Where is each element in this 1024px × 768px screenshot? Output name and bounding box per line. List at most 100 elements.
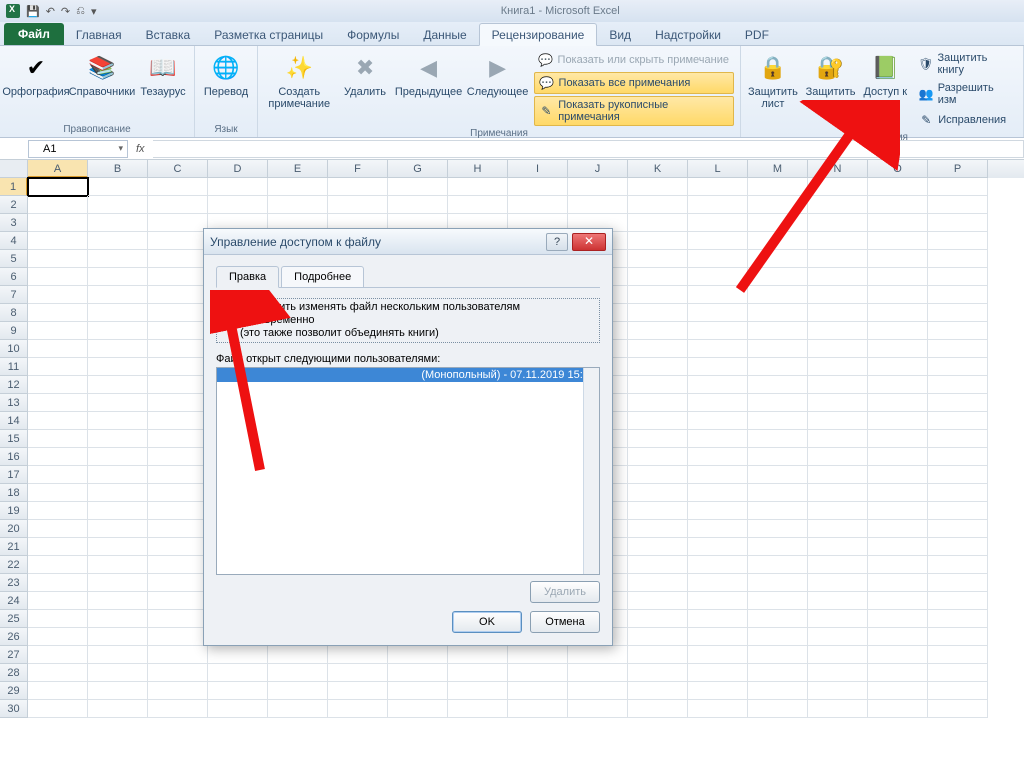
row-header[interactable]: 13 [0, 394, 28, 412]
column-header[interactable]: H [448, 160, 508, 178]
cell[interactable] [448, 646, 508, 664]
users-list[interactable]: (Монопольный) - 07.11.2019 15:40 [216, 367, 600, 575]
cell[interactable] [808, 682, 868, 700]
cell[interactable] [808, 466, 868, 484]
cell[interactable] [88, 592, 148, 610]
cell[interactable] [568, 700, 628, 718]
cell[interactable] [268, 196, 328, 214]
cell[interactable] [688, 574, 748, 592]
cell[interactable] [808, 664, 868, 682]
cell[interactable] [628, 376, 688, 394]
cell[interactable] [868, 304, 928, 322]
cell[interactable] [508, 682, 568, 700]
cell[interactable] [628, 430, 688, 448]
cell[interactable] [508, 646, 568, 664]
cell[interactable] [388, 700, 448, 718]
cell[interactable] [88, 286, 148, 304]
cell[interactable] [688, 304, 748, 322]
cell[interactable] [568, 196, 628, 214]
cell[interactable] [688, 286, 748, 304]
cell[interactable] [808, 610, 868, 628]
column-header[interactable]: A [28, 160, 88, 178]
cell[interactable] [688, 538, 748, 556]
cell[interactable] [568, 178, 628, 196]
cell[interactable] [628, 592, 688, 610]
cell[interactable] [28, 412, 88, 430]
cell[interactable] [688, 412, 748, 430]
tab-addins[interactable]: Надстройки [643, 24, 733, 45]
cell[interactable] [688, 358, 748, 376]
cell[interactable] [88, 178, 148, 196]
cell[interactable] [748, 322, 808, 340]
cell[interactable] [328, 664, 388, 682]
cell[interactable] [688, 340, 748, 358]
cell[interactable] [928, 592, 988, 610]
cell[interactable] [688, 214, 748, 232]
cell[interactable] [388, 664, 448, 682]
cell[interactable] [628, 646, 688, 664]
cell[interactable] [628, 286, 688, 304]
cell[interactable] [88, 502, 148, 520]
row-header[interactable]: 23 [0, 574, 28, 592]
cell[interactable] [928, 196, 988, 214]
formula-input[interactable] [153, 140, 1024, 158]
cell[interactable] [148, 610, 208, 628]
cell[interactable] [148, 448, 208, 466]
cell[interactable] [628, 700, 688, 718]
cell[interactable] [748, 466, 808, 484]
row-header[interactable]: 12 [0, 376, 28, 394]
cell[interactable] [508, 700, 568, 718]
cell[interactable] [868, 322, 928, 340]
cell[interactable] [688, 502, 748, 520]
tab-pdf[interactable]: PDF [733, 24, 781, 45]
cell[interactable] [88, 376, 148, 394]
cell[interactable] [28, 178, 88, 196]
cell[interactable] [688, 664, 748, 682]
track-changes-button[interactable]: ✎ Исправления [914, 110, 1017, 130]
thesaurus-button[interactable]: 📖 Тезаурус [138, 48, 188, 98]
cell[interactable] [568, 664, 628, 682]
cell[interactable] [148, 268, 208, 286]
cell[interactable] [88, 484, 148, 502]
cell[interactable] [748, 250, 808, 268]
cell[interactable] [88, 430, 148, 448]
show-ink-button[interactable]: ✎ Показать рукописные примечания [534, 96, 735, 126]
cell[interactable] [628, 610, 688, 628]
cell[interactable] [928, 556, 988, 574]
cell[interactable] [28, 304, 88, 322]
cell[interactable] [748, 394, 808, 412]
cell[interactable] [748, 412, 808, 430]
cell[interactable] [628, 232, 688, 250]
ok-button[interactable]: OK [452, 611, 522, 633]
cell[interactable] [628, 574, 688, 592]
cell[interactable] [328, 700, 388, 718]
cell[interactable] [928, 448, 988, 466]
cell[interactable] [28, 520, 88, 538]
row-header[interactable]: 22 [0, 556, 28, 574]
cell[interactable] [868, 646, 928, 664]
dialog-tab-more[interactable]: Подробнее [281, 266, 364, 288]
showall-comments-button[interactable]: 💬 Показать все примечания [534, 72, 735, 94]
cell[interactable] [748, 484, 808, 502]
cell[interactable] [28, 340, 88, 358]
cell[interactable] [928, 304, 988, 322]
cell[interactable] [148, 340, 208, 358]
row-header[interactable]: 29 [0, 682, 28, 700]
row-header[interactable]: 14 [0, 412, 28, 430]
cell[interactable] [628, 304, 688, 322]
cell[interactable] [88, 196, 148, 214]
cell[interactable] [928, 700, 988, 718]
row-header[interactable]: 15 [0, 430, 28, 448]
users-scrollbar[interactable] [583, 368, 599, 574]
cell[interactable] [628, 628, 688, 646]
cell[interactable] [28, 646, 88, 664]
cell[interactable] [628, 196, 688, 214]
tab-formulas[interactable]: Формулы [335, 24, 411, 45]
cell[interactable] [928, 610, 988, 628]
cell[interactable] [628, 682, 688, 700]
cell[interactable] [628, 250, 688, 268]
cell[interactable] [748, 502, 808, 520]
cell[interactable] [688, 322, 748, 340]
cell[interactable] [148, 394, 208, 412]
tab-page-layout[interactable]: Разметка страницы [202, 24, 335, 45]
